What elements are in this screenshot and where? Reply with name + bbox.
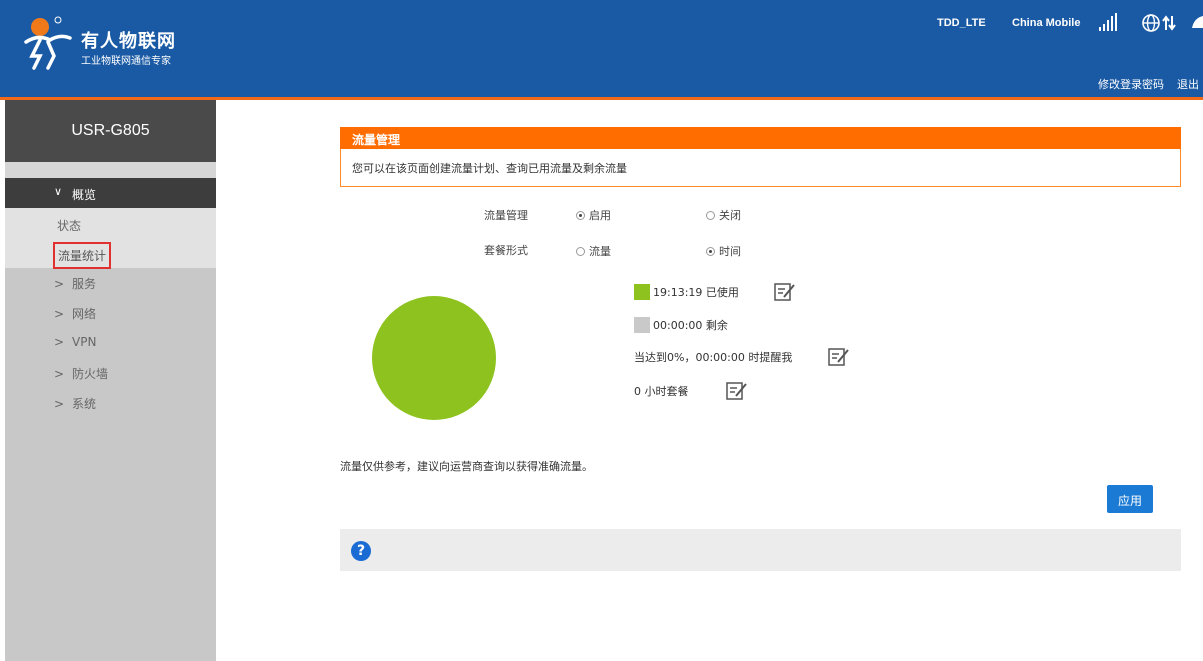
status-icon — [1192, 16, 1203, 28]
sidebar-item-services[interactable]: > 服务 — [54, 275, 96, 292]
carrier-label: China Mobile — [1012, 17, 1081, 29]
signal-strength-icon — [1099, 13, 1117, 31]
usage-pie-chart — [372, 296, 496, 420]
data-connection-icon — [1142, 14, 1176, 32]
edit-icon[interactable] — [774, 282, 796, 302]
top-header: 有人物联网 工业物联网通信专家 TDD_LTE China Mobile 修改登… — [0, 0, 1203, 97]
brand-tagline: 工业物联网通信专家 — [81, 56, 171, 67]
traffic-mgmt-label: 流量管理 — [484, 209, 528, 222]
company-logo-icon — [24, 16, 72, 70]
radio-label: 流量 — [589, 245, 611, 258]
sidebar-item-system[interactable]: > 系统 — [54, 395, 96, 412]
used-swatch — [634, 284, 650, 300]
reminder-row: 当达到0%，00:00:00 时提醒我 — [634, 349, 792, 365]
plan-type-traffic-radio[interactable]: 流量 — [576, 243, 611, 259]
page-title: 流量管理 — [340, 127, 1181, 149]
logout-link[interactable]: 退出 — [1177, 76, 1199, 92]
sidebar-item-vpn[interactable]: > VPN — [54, 335, 96, 349]
radio-indicator — [706, 210, 715, 220]
network-type-label: TDD_LTE — [937, 17, 986, 29]
sidebar-group-overview[interactable]: ∨ 概览 — [5, 178, 216, 208]
sidebar: USR-G805 ∨ 概览 状态 流量统计 > 服务 > 网络 > VPN > 防火墙 … — [5, 100, 216, 661]
radio-indicator — [706, 246, 715, 256]
brand-name: 有人物联网 — [81, 31, 176, 52]
edit-reminder-icon[interactable] — [828, 347, 850, 367]
radio-indicator — [576, 246, 585, 256]
radio-label: 时间 — [719, 245, 741, 258]
traffic-mgmt-enable-radio[interactable]: 启用 — [576, 207, 611, 223]
plan-row: 0 小时套餐 — [634, 383, 689, 399]
remaining-text: 00:00:00 剩余 — [653, 319, 728, 332]
sidebar-item-label: 系统 — [72, 397, 97, 411]
legend-used: 19:13:19 已使用 — [634, 284, 739, 300]
page-description: 您可以在该页面创建流量计划、查询已用流量及剩余流量 — [340, 149, 1181, 187]
sidebar-item-traffic-stats[interactable]: 流量统计 — [53, 242, 112, 269]
plan-text: 0 小时套餐 — [634, 385, 689, 398]
used-text: 19:13:19 已使用 — [653, 286, 739, 299]
remaining-swatch — [634, 317, 650, 333]
disclaimer-note: 流量仅供参考，建议向运营商查询以获得准确流量。 — [340, 460, 593, 473]
sidebar-item-label: 防火墙 — [72, 367, 109, 381]
sidebar-spacer — [5, 162, 216, 178]
help-icon[interactable]: ? — [351, 541, 371, 561]
sidebar-item-firewall[interactable]: > 防火墙 — [54, 365, 108, 382]
radio-label: 启用 — [589, 209, 611, 222]
apply-button[interactable]: 应用 — [1107, 485, 1153, 513]
radio-label: 关闭 — [719, 209, 741, 222]
chevron-right-icon: > — [54, 367, 65, 381]
sidebar-item-label: VPN — [72, 335, 97, 349]
main-content: 流量管理 您可以在该页面创建流量计划、查询已用流量及剩余流量 流量管理 启用 关… — [216, 100, 1203, 661]
sidebar-item-label: 网络 — [72, 307, 97, 321]
plan-type-time-radio[interactable]: 时间 — [706, 243, 741, 259]
plan-type-label: 套餐形式 — [484, 244, 528, 257]
chevron-right-icon: > — [54, 277, 65, 291]
sidebar-subitems: 状态 流量统计 — [5, 208, 216, 269]
chevron-right-icon: > — [54, 397, 65, 411]
change-password-link[interactable]: 修改登录密码 — [1098, 76, 1164, 92]
pie-slice-used — [372, 296, 496, 420]
sidebar-item-network[interactable]: > 网络 — [54, 305, 96, 322]
chevron-right-icon: > — [54, 307, 65, 321]
device-name: USR-G805 — [5, 100, 216, 162]
sidebar-group-label: 概览 — [72, 188, 97, 202]
sidebar-item-status[interactable]: 状态 — [57, 217, 81, 234]
chevron-right-icon: > — [54, 335, 65, 349]
legend-remaining: 00:00:00 剩余 — [634, 317, 728, 333]
help-bar: ? — [340, 529, 1181, 571]
reminder-text: 当达到0%，00:00:00 时提醒我 — [634, 351, 793, 364]
radio-indicator — [576, 210, 585, 220]
sidebar-item-label: 服务 — [72, 277, 97, 291]
edit-plan-icon[interactable] — [726, 381, 748, 401]
traffic-mgmt-disable-radio[interactable]: 关闭 — [706, 207, 741, 223]
chevron-down-icon: ∨ — [54, 185, 63, 198]
